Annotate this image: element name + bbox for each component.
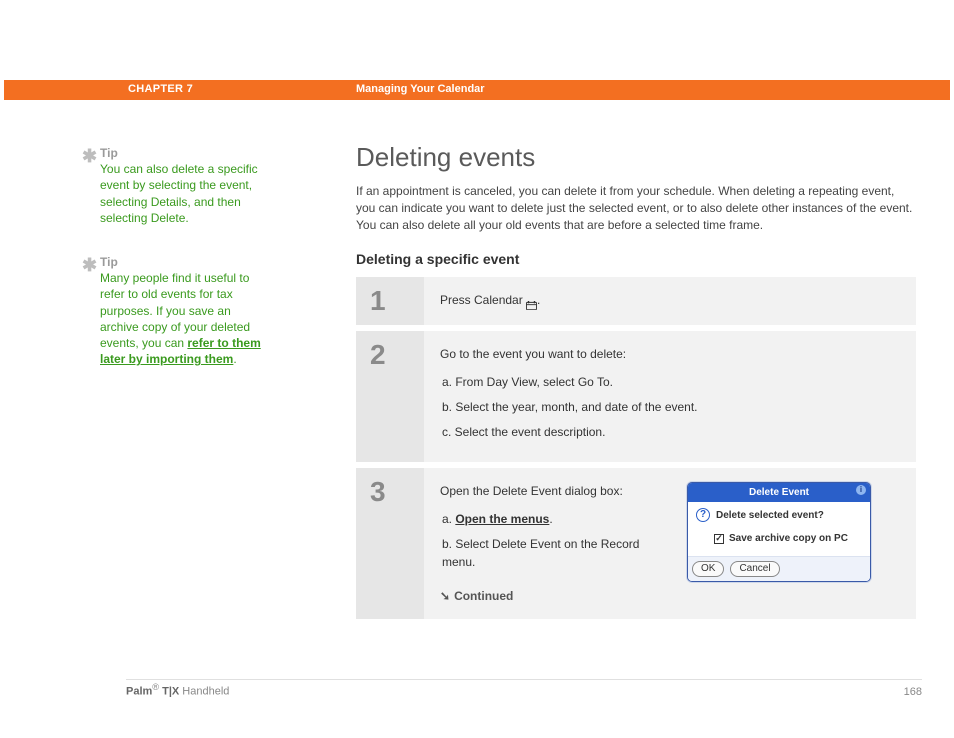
step-body: Press Calendar .: [424, 277, 916, 325]
continued-label: Continued: [454, 589, 513, 603]
footer-model: T|X: [159, 686, 179, 698]
step-body: Open the Delete Event dialog box: a. Ope…: [424, 468, 916, 619]
step-body: Go to the event you want to delete: a. F…: [424, 331, 916, 462]
ok-button[interactable]: OK: [692, 561, 724, 577]
dialog-question: ? Delete selected event?: [696, 508, 862, 523]
step2-lead: Go to the event you want to delete:: [440, 345, 900, 363]
tip-text: You can also delete a specific event by …: [100, 162, 258, 225]
archive-checkbox-row[interactable]: ✓ Save archive copy on PC: [714, 531, 862, 546]
dialog-question-text: Delete selected event?: [716, 508, 824, 523]
header-section-title: Managing Your Calendar: [356, 83, 485, 95]
step3-b: b. Select Delete Event on the Record men…: [442, 535, 640, 571]
dialog-title-bar: Delete Event i: [688, 483, 870, 502]
cancel-button[interactable]: Cancel: [730, 561, 779, 577]
asterisk-icon: ✱: [82, 253, 97, 277]
step-number: 1: [370, 287, 386, 315]
footer-brand: Palm® T|X Handheld: [126, 682, 229, 698]
step3-a: a. Open the menus.: [442, 510, 640, 528]
tip-1: ✱ Tip You can also delete a specific eve…: [100, 145, 310, 226]
delete-event-dialog: Delete Event i ? Delete selected event?: [687, 482, 871, 582]
step-number-box: 2: [356, 331, 424, 462]
archive-checkbox-label: Save archive copy on PC: [729, 531, 848, 546]
step1-text-post: .: [537, 293, 540, 307]
step3-a-post: .: [549, 512, 552, 526]
step1-text-pre: Press Calendar: [440, 293, 526, 307]
footer-brand-name: Palm: [126, 686, 152, 698]
question-icon: ?: [696, 508, 710, 522]
asterisk-icon: ✱: [82, 144, 97, 168]
step2-c: c. Select the event description.: [442, 423, 900, 441]
open-menus-link[interactable]: Open the menus: [455, 512, 549, 526]
checkbox-icon[interactable]: ✓: [714, 534, 724, 544]
continued-indicator: ➘ Continued: [440, 587, 640, 605]
step-1: 1 Press Calendar .: [356, 277, 916, 325]
footer-tail: Handheld: [179, 686, 229, 698]
step2-b: b. Select the year, month, and date of t…: [442, 398, 900, 416]
tip-2: ✱ Tip Many people find it useful to refe…: [100, 254, 310, 367]
steps-list: 1 Press Calendar . 2 Go to the event you…: [356, 277, 916, 619]
intro-paragraph: If an appointment is canceled, you can d…: [356, 183, 916, 233]
step-number: 2: [370, 341, 386, 369]
tip-text-post: .: [233, 352, 236, 366]
tip-body: You can also delete a specific event by …: [100, 161, 270, 226]
step-number-box: 3: [356, 468, 424, 619]
continued-arrow-icon: ➘: [440, 587, 450, 605]
tip-label: Tip: [100, 254, 310, 270]
step2-a: a. From Day View, select Go To.: [442, 373, 900, 391]
step-number-box: 1: [356, 277, 424, 325]
calendar-icon: [526, 297, 537, 306]
step-2: 2 Go to the event you want to delete: a.…: [356, 331, 916, 462]
info-icon[interactable]: i: [856, 485, 866, 495]
dialog-button-row: OK Cancel: [688, 556, 870, 581]
tip-label: Tip: [100, 145, 310, 161]
page-number: 168: [904, 686, 922, 698]
subheading: Deleting a specific event: [356, 251, 916, 267]
tip-body: Many people find it useful to refer to o…: [100, 270, 270, 367]
step3-a-pre: a.: [442, 512, 455, 526]
main-content: Deleting events If an appointment is can…: [356, 142, 916, 625]
page-title: Deleting events: [356, 142, 916, 173]
sidebar-tips: ✱ Tip You can also delete a specific eve…: [100, 145, 310, 395]
footer-rule: [126, 679, 922, 680]
step-number: 3: [370, 478, 386, 506]
step3-lead: Open the Delete Event dialog box:: [440, 482, 640, 500]
step-3: 3 Open the Delete Event dialog box: a. O…: [356, 468, 916, 619]
header-chapter: CHAPTER 7: [128, 83, 193, 95]
dialog-title: Delete Event: [749, 487, 809, 498]
